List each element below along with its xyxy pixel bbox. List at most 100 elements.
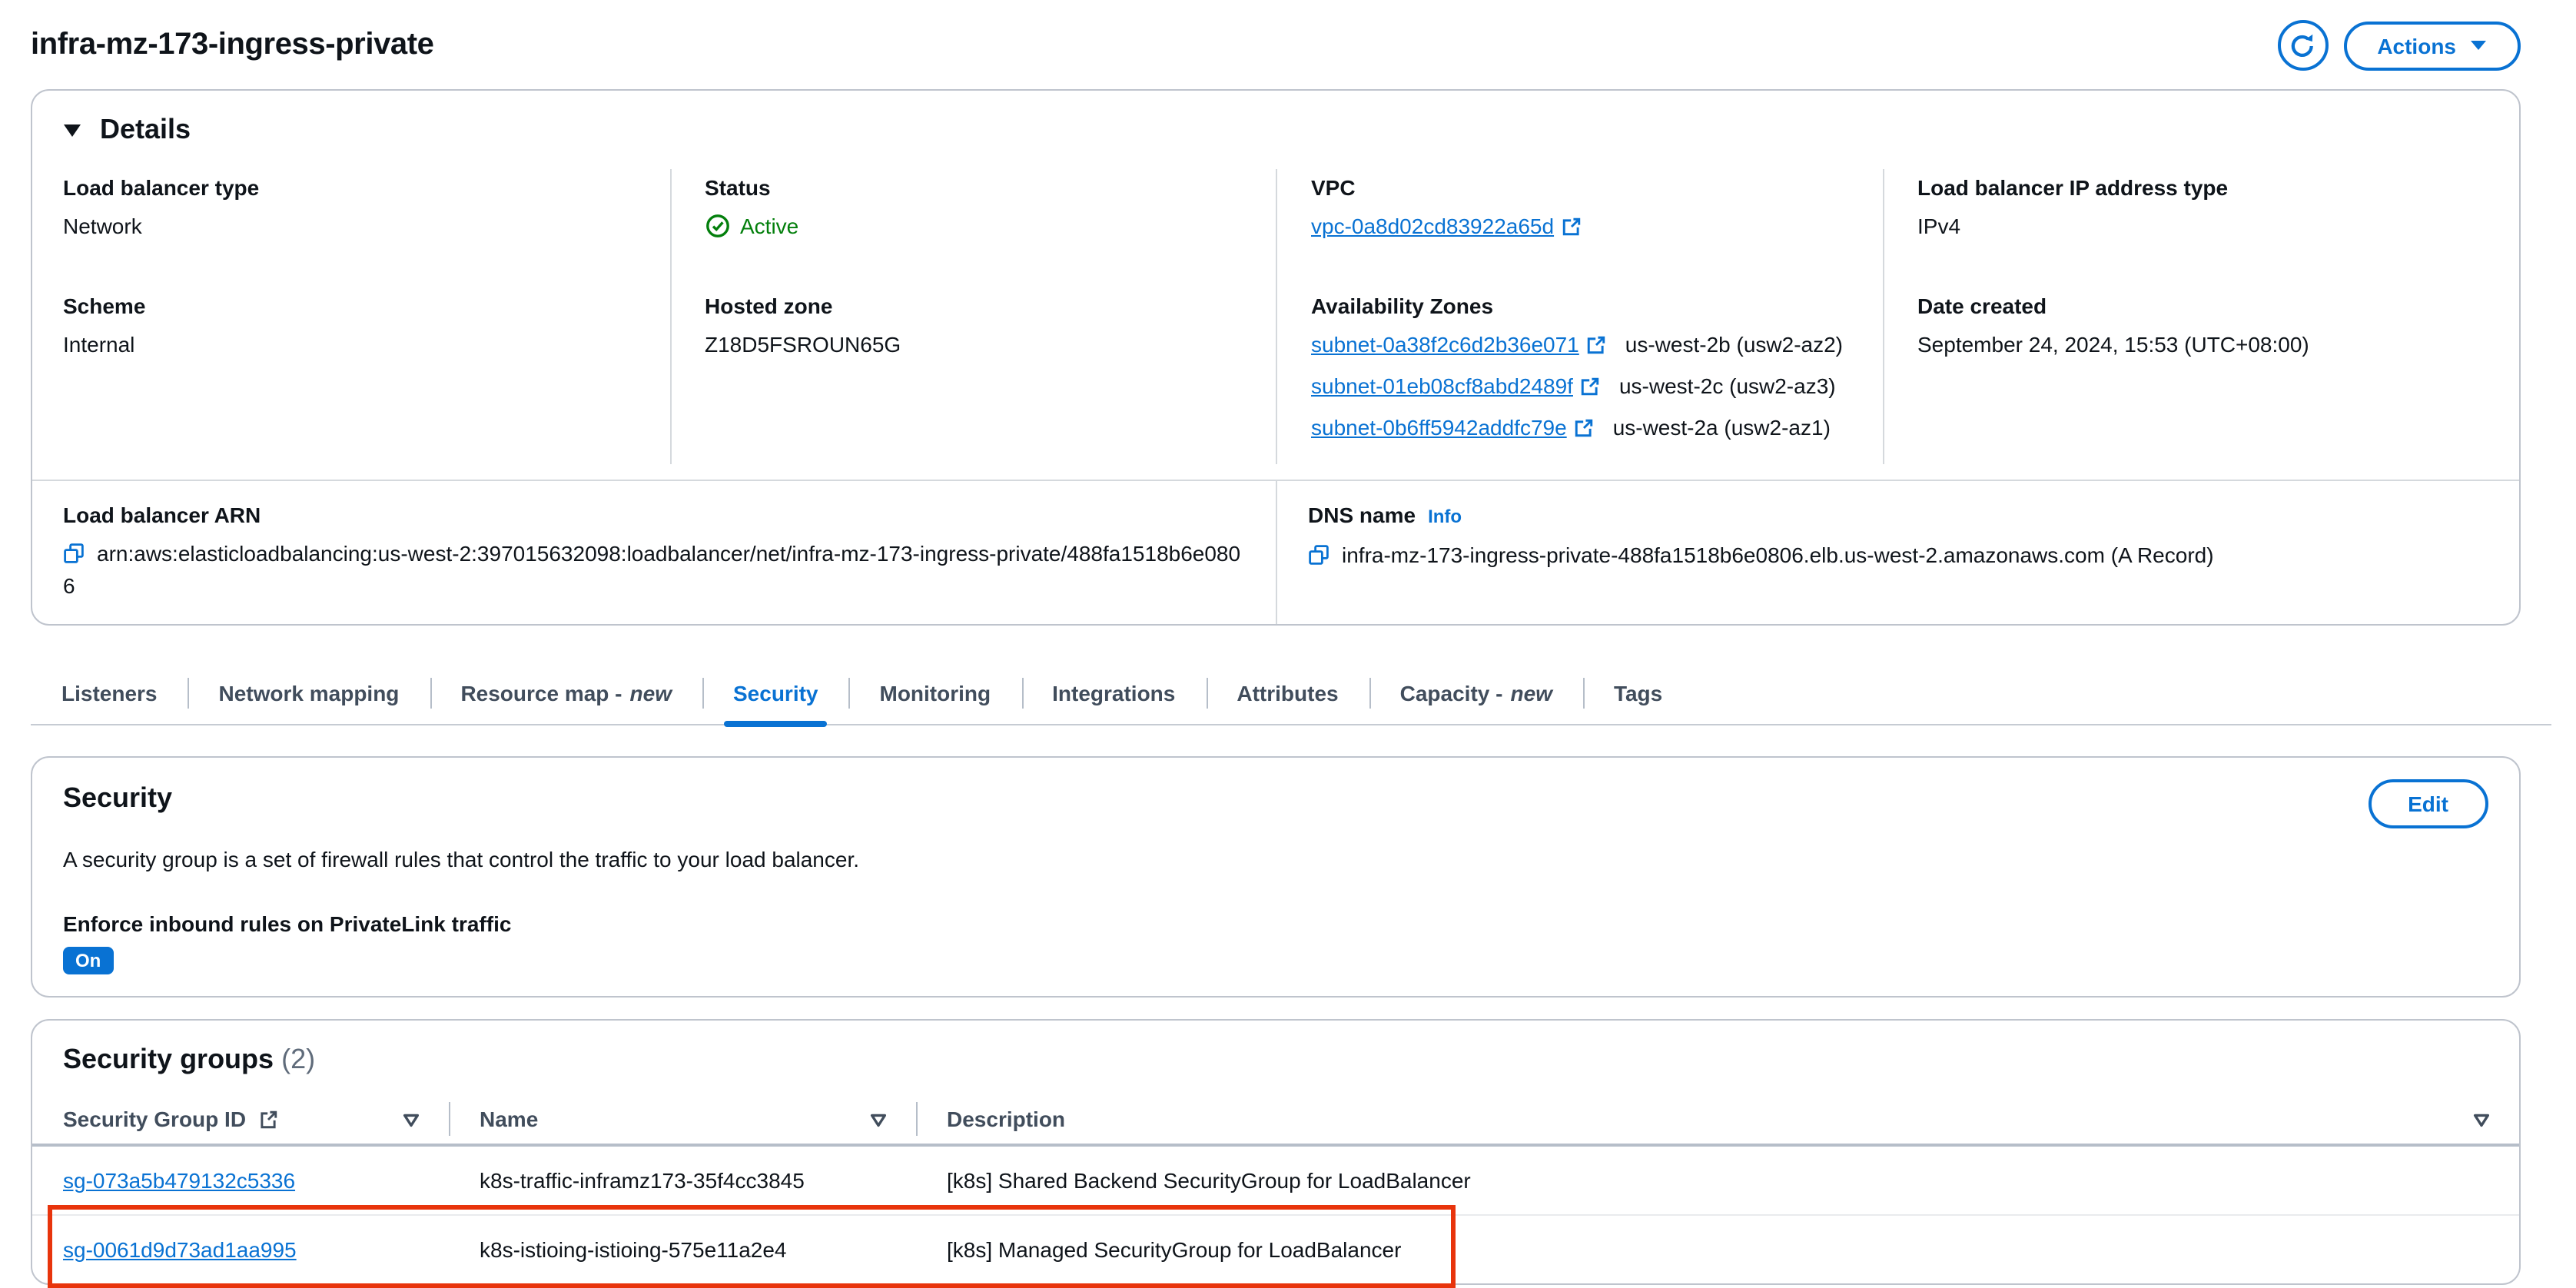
security-group-link[interactable]: sg-0061d9d73ad1aa995 [63,1237,297,1262]
external-link-icon [1581,377,1601,397]
field-date-created: Date created September 24, 2024, 15:53 (… [1917,290,2464,360]
field-ip-type: Load balancer IP address type IPv4 [1917,172,2464,241]
check-circle-icon [705,214,729,238]
column-header-description[interactable]: Description [916,1094,2519,1144]
security-groups-header: Security groups (2) [32,1021,2519,1094]
security-groups-panel: Security groups (2) Security Group ID Na… [31,1019,2521,1288]
subnet-link-3[interactable]: subnet-0b6ff5942addfc79e [1311,407,1595,449]
column-header-security-group-id[interactable]: Security Group ID [32,1094,449,1144]
tab-attributes[interactable]: Attributes [1206,666,1369,724]
external-link-icon [1562,216,1582,236]
security-group-description: [k8s] Shared Backend SecurityGroup for L… [947,1168,1471,1193]
field-availability-zones: Availability Zones subnet-0a38f2c6d2b36e… [1311,290,1857,449]
field-vpc: VPC vpc-0a8d02cd83922a65d [1311,172,1857,241]
subnet-link-text: subnet-0b6ff5942addfc79e [1311,415,1567,440]
dns-label-text: DNS name [1308,503,1416,527]
external-link-icon [258,1109,278,1129]
status-text: Active [740,214,799,238]
field-scheme: Scheme Internal [63,290,645,360]
tab-integrations[interactable]: Integrations [1021,666,1206,724]
hosted-zone-label: Hosted zone [705,294,833,318]
external-link-icon [1575,418,1595,438]
privatelink-status-badge: On [63,947,114,974]
date-created-value: September 24, 2024, 15:53 (UTC+08:00) [1917,332,2309,357]
arn-dns-row: Load balancer ARN arn:aws:elasticloadbal… [32,480,2519,624]
ip-type-label: Load balancer IP address type [1917,175,2229,200]
details-column-3: VPC vpc-0a8d02cd83922a65d Availability Z… [1276,169,1882,464]
security-group-link[interactable]: sg-073a5b479132c5336 [63,1168,295,1193]
status-label: Status [705,175,771,200]
tab-network-mapping[interactable]: Network mapping [188,666,430,724]
actions-button[interactable]: Actions [2343,21,2521,70]
arn-label: Load balancer ARN [63,503,261,527]
ip-type-value: IPv4 [1917,214,1961,238]
field-dns: DNS name Info infra-mz-173-ingress-privat… [1276,481,2519,624]
dns-text: infra-mz-173-ingress-private-488fa1518b6… [1342,543,2214,567]
az-label: Availability Zones [1311,294,1494,318]
tab-security[interactable]: Security [702,666,849,727]
details-column-4: Load balancer IP address type IPv4 Date … [1882,169,2488,464]
tab-resource-map[interactable]: Resource map - new [430,666,702,724]
arn-text: arn:aws:elasticloadbalancing:us-west-2:3… [63,541,1241,598]
az-row: subnet-01eb08cf8abd2489f us-west-2c (usw… [1311,366,1857,407]
dns-info-link[interactable]: Info [1428,506,1462,527]
header-actions: Actions [2277,20,2521,71]
edit-button[interactable]: Edit [2368,779,2488,828]
tab-tags[interactable]: Tags [1582,666,1693,724]
column-header-name[interactable]: Name [449,1094,916,1144]
vpc-link-text: vpc-0a8d02cd83922a65d [1311,214,1555,238]
tab-listeners[interactable]: Listeners [31,666,188,724]
table-row: sg-0061d9d73ad1aa995 k8s-istioing-istioi… [32,1216,2519,1283]
table-row: sg-073a5b479132c5336 k8s-traffic-inframz… [32,1147,2519,1216]
dns-label: DNS name Info [1308,500,2488,532]
az-row: subnet-0a38f2c6d2b36e071 us-west-2b (usw… [1311,324,1857,366]
details-heading: Details [100,114,191,144]
security-groups-heading: Security groups [63,1044,274,1074]
details-panel: Details Load balancer type Network Schem… [31,89,2521,626]
security-group-description: [k8s] Managed SecurityGroup for LoadBala… [947,1237,1402,1262]
security-heading: Security [63,782,173,813]
tab-monitoring[interactable]: Monitoring [848,666,1022,724]
details-header[interactable]: Details [32,91,2519,160]
field-arn: Load balancer ARN arn:aws:elasticloadbal… [32,481,1276,624]
refresh-icon [2289,32,2316,59]
column-label: Security Group ID [63,1107,247,1131]
privatelink-label: Enforce inbound rules on PrivateLink tra… [63,911,512,936]
subnet-link-2[interactable]: subnet-01eb08cf8abd2489f [1311,366,1601,407]
collapse-triangle-icon[interactable] [63,122,81,138]
az-row: subnet-0b6ff5942addfc79e us-west-2a (usw… [1311,407,1857,449]
sort-icon[interactable] [868,1109,888,1129]
page-title: infra-mz-173-ingress-private [31,28,434,61]
dns-value: infra-mz-173-ingress-private-488fa1518b6… [1308,539,2488,572]
subnet-link-text: subnet-01eb08cf8abd2489f [1311,373,1573,398]
copy-icon[interactable] [63,541,97,566]
caret-down-icon [2470,40,2487,51]
table-header-row: Security Group ID Name Description [32,1094,2519,1147]
az-zone-1: us-west-2b (usw2-az2) [1625,332,1843,357]
tab-capacity[interactable]: Capacity - new [1369,666,1583,724]
security-panel: Security Edit A security group is a set … [31,756,2521,998]
load-balancer-detail-page: infra-mz-173-ingress-private Actions Det… [0,0,2576,1288]
sort-icon[interactable] [2471,1109,2491,1129]
page-header: infra-mz-173-ingress-private Actions [0,0,2576,77]
hosted-zone-value: Z18D5FSROUN65G [705,332,901,357]
subnet-link-1[interactable]: subnet-0a38f2c6d2b36e071 [1311,324,1607,366]
details-column-1: Load balancer type Network Scheme Intern… [63,169,669,464]
lb-type-label: Load balancer type [63,175,260,200]
vpc-label: VPC [1311,175,1356,200]
sort-icon[interactable] [401,1109,421,1129]
lb-type-value: Network [63,214,142,238]
field-status: Status Active [705,172,1251,241]
tab-bar: Listeners Network mapping Resource map -… [31,666,2551,727]
scheme-label: Scheme [63,294,146,318]
vpc-link[interactable]: vpc-0a8d02cd83922a65d [1311,211,1582,241]
security-groups-count: (2) [281,1044,316,1074]
copy-icon[interactable] [1308,543,1342,567]
refresh-button[interactable] [2277,20,2329,71]
details-column-2: Status Active Hosted zone Z18D5FSROUN65G [669,169,1276,464]
date-created-label: Date created [1917,294,2047,318]
security-description: A security group is a set of firewall ru… [63,847,860,871]
security-group-name: k8s-istioing-istioing-575e11a2e4 [480,1237,787,1262]
column-label: Description [947,1107,1066,1131]
arn-value: arn:aws:elasticloadbalancing:us-west-2:3… [63,538,1245,603]
